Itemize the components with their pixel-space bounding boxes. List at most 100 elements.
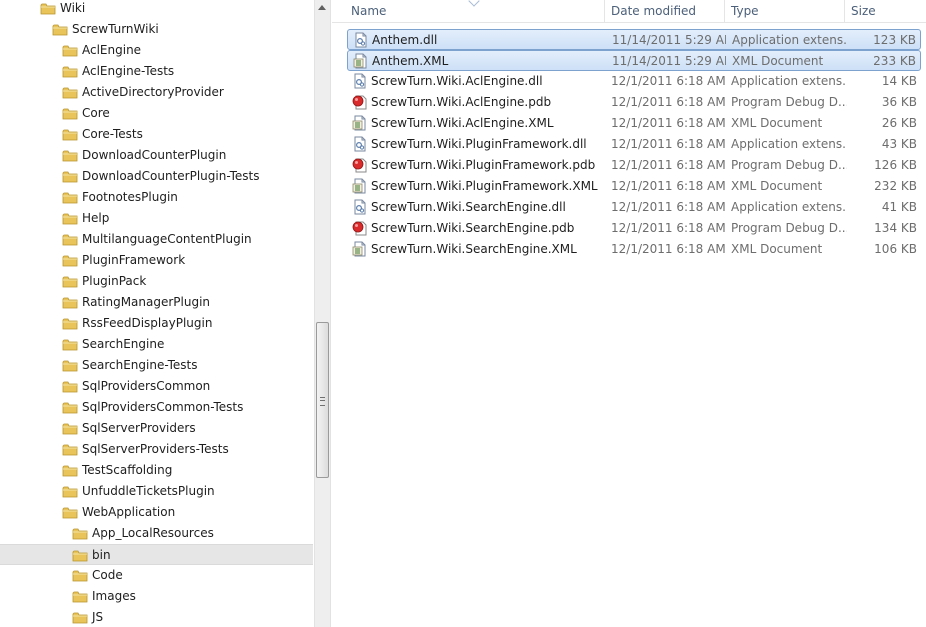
tree-item[interactable]: bin [0, 544, 313, 565]
tree-item-label: ActiveDirectoryProvider [82, 85, 224, 99]
tree-item[interactable]: DownloadCounterPlugin [0, 145, 313, 166]
folder-icon [62, 380, 78, 393]
tree-item[interactable]: PluginPack [0, 271, 313, 292]
dll-icon [352, 73, 368, 89]
tree-item[interactable]: ActiveDirectoryProvider [0, 82, 313, 103]
folder-icon [62, 86, 78, 99]
file-row[interactable]: Anthem.dll 11/14/2011 5:29 AM Application … [347, 29, 921, 50]
tree-item[interactable]: TestScaffolding [0, 460, 313, 481]
tree-item[interactable]: SearchEngine [0, 334, 313, 355]
tree-item[interactable]: PluginFramework [0, 250, 313, 271]
tree-item[interactable]: AclEngine [0, 40, 313, 61]
file-row[interactable]: ScrewTurn.Wiki.AclEngine.pdb 12/1/2011 6:… [347, 92, 921, 113]
file-name: ScrewTurn.Wiki.PluginFramework.pdb [371, 158, 596, 172]
tree-item[interactable]: SqlProvidersCommon [0, 376, 313, 397]
folder-icon [62, 65, 78, 78]
file-row[interactable]: ScrewTurn.Wiki.PluginFramework.XML 12/1/2… [347, 176, 921, 197]
file-date-modified: 12/1/2011 6:18 AM [611, 200, 725, 214]
file-date-modified: 12/1/2011 6:18 AM [611, 137, 725, 151]
file-name: ScrewTurn.Wiki.PluginFramework.XML [371, 179, 598, 193]
tree-item[interactable]: Help [0, 208, 313, 229]
tree-item[interactable]: WebApplication [0, 502, 313, 523]
file-type: Program Debug D... [731, 221, 847, 235]
tree-item-label: JS [92, 610, 104, 624]
tree-item[interactable]: SqlServerProviders [0, 418, 313, 439]
file-date-modified: 12/1/2011 6:18 AM [611, 242, 725, 256]
column-header-type[interactable]: Type [725, 0, 845, 22]
file-date-modified: 12/1/2011 6:18 AM [611, 74, 725, 88]
tree-item[interactable]: Core [0, 103, 313, 124]
file-size: 123 KB [873, 33, 916, 47]
tree-item[interactable]: RatingManagerPlugin [0, 292, 313, 313]
tree-item-label: bin [92, 548, 111, 562]
tree-item-label: FootnotesPlugin [82, 190, 178, 204]
tree-item[interactable]: Wiki [0, 0, 313, 19]
column-header-date[interactable]: Date modified [605, 0, 725, 22]
folder-icon [62, 149, 78, 162]
folder-icon [62, 443, 78, 456]
folder-icon [72, 611, 88, 624]
tree-item[interactable]: UnfuddleTicketsPlugin [0, 481, 313, 502]
folder-icon [62, 359, 78, 372]
folder-icon [62, 317, 78, 330]
file-size: 232 KB [874, 179, 917, 193]
tree-item-label: DownloadCounterPlugin-Tests [82, 169, 260, 183]
folder-icon [62, 254, 78, 267]
file-row[interactable]: ScrewTurn.Wiki.SearchEngine.dll 12/1/2011… [347, 197, 921, 218]
tree-item[interactable]: MultilanguageContentPlugin [0, 229, 313, 250]
tree-item[interactable]: SqlServerProviders-Tests [0, 439, 313, 460]
file-row[interactable]: ScrewTurn.Wiki.AclEngine.XML 12/1/2011 6:… [347, 113, 921, 134]
folder-icon [62, 464, 78, 477]
file-row[interactable]: ScrewTurn.Wiki.PluginFramework.dll 12/1/2… [347, 134, 921, 155]
folder-icon [72, 569, 88, 582]
file-type: XML Document [731, 179, 823, 193]
tree-item-label: RatingManagerPlugin [82, 295, 211, 309]
file-row[interactable]: Anthem.XML 11/14/2011 5:29 AM XML Document… [347, 50, 921, 71]
folder-icon [72, 527, 88, 540]
file-row[interactable]: ScrewTurn.Wiki.AclEngine.dll 12/1/2011 6:… [347, 71, 921, 92]
tree-item[interactable]: JS [0, 607, 313, 627]
file-date-modified: 12/1/2011 6:18 AM [611, 95, 725, 109]
tree-item[interactable]: AclEngine-Tests [0, 61, 313, 82]
file-name: Anthem.XML [372, 54, 449, 68]
tree-item[interactable]: DownloadCounterPlugin-Tests [0, 166, 313, 187]
tree-item[interactable]: FootnotesPlugin [0, 187, 313, 208]
file-name: Anthem.dll [372, 33, 438, 47]
folder-icon [40, 2, 56, 15]
column-header-size[interactable]: Size [845, 0, 926, 22]
xml-icon [352, 178, 368, 194]
file-date-modified: 12/1/2011 6:18 AM [611, 158, 725, 172]
folder-icon [72, 590, 88, 603]
tree-item[interactable]: App_LocalResources [0, 523, 313, 544]
xml-icon [352, 241, 368, 257]
navigation-scrollbar[interactable] [314, 0, 331, 627]
scrollbar-thumb[interactable] [316, 322, 329, 478]
arrow-up-icon [318, 5, 326, 10]
tree-item[interactable]: Code [0, 565, 313, 586]
tree-item[interactable]: ScrewTurnWiki [0, 19, 313, 40]
tree-item[interactable]: RssFeedDisplayPlugin [0, 313, 313, 334]
tree-item-label: SqlProvidersCommon-Tests [82, 400, 244, 414]
tree-item[interactable]: SearchEngine-Tests [0, 355, 313, 376]
file-name: ScrewTurn.Wiki.SearchEngine.dll [371, 200, 566, 214]
tree-item-label: DownloadCounterPlugin [82, 148, 227, 162]
file-type: Application extens... [731, 74, 847, 88]
dll-icon [353, 32, 369, 48]
file-row[interactable]: ScrewTurn.Wiki.SearchEngine.pdb 12/1/2011… [347, 218, 921, 239]
tree-item-label: SearchEngine-Tests [82, 358, 198, 372]
tree-item[interactable]: Images [0, 586, 313, 607]
grip-icon [320, 397, 325, 406]
column-header-name[interactable]: Name [345, 0, 605, 22]
folder-icon [62, 212, 78, 225]
file-type: XML Document [732, 54, 824, 68]
file-row[interactable]: ScrewTurn.Wiki.PluginFramework.pdb 12/1/2… [347, 155, 921, 176]
tree-item-label: AclEngine-Tests [82, 64, 175, 78]
scroll-up-button[interactable] [315, 0, 330, 17]
tree-item[interactable]: Core-Tests [0, 124, 313, 145]
file-name: ScrewTurn.Wiki.AclEngine.dll [371, 74, 543, 88]
tree-item[interactable]: SqlProvidersCommon-Tests [0, 397, 313, 418]
file-type: Application extens... [732, 33, 848, 47]
file-date-modified: 12/1/2011 6:18 AM [611, 221, 725, 235]
file-row[interactable]: ScrewTurn.Wiki.SearchEngine.XML 12/1/2011… [347, 239, 921, 260]
folder-icon [62, 485, 78, 498]
